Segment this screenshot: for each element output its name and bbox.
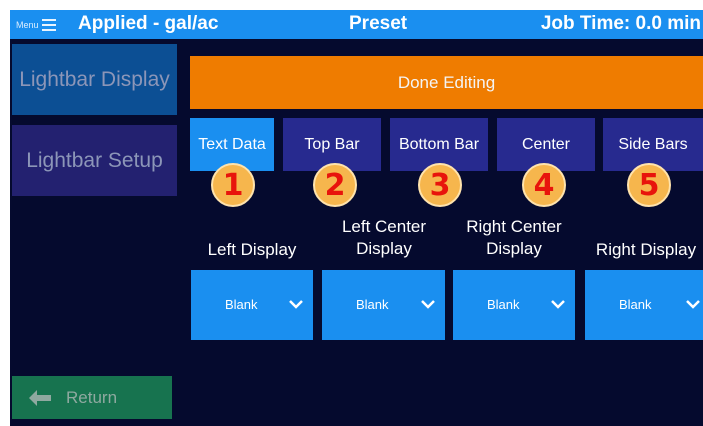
right-display-label: Right Display: [595, 240, 697, 259]
dropdown-value: Blank: [619, 297, 652, 312]
right-center-display-dropdown[interactable]: Blank: [453, 270, 575, 340]
dropdown-value: Blank: [356, 297, 389, 312]
chevron-down-icon: [421, 300, 435, 309]
right-center-display-label: Right Center Display: [466, 217, 562, 258]
chevron-down-icon: [551, 300, 565, 309]
number-badge-4: 4: [522, 163, 566, 207]
job-time-readout: Job Time: 0.0 min: [540, 13, 701, 34]
done-editing-button[interactable]: Done Editing: [190, 56, 703, 109]
header-bar: Menu Applied - gal/ac Preset Job Time: 0…: [10, 10, 703, 39]
chevron-down-icon: [289, 300, 303, 309]
menu-button[interactable]: Menu: [16, 16, 56, 34]
dropdown-value: Blank: [225, 297, 258, 312]
dropdown-value: Blank: [487, 297, 520, 312]
left-center-display-label: Left Center Display: [341, 217, 427, 258]
number-badge-1: 1: [211, 163, 255, 207]
preset-title: Preset: [349, 13, 408, 34]
chevron-down-icon: [686, 300, 700, 309]
menu-label: Menu: [16, 20, 39, 30]
return-label: Return: [66, 387, 118, 407]
number-badge-5: 5: [627, 163, 671, 207]
sidebar-item-lightbar-setup[interactable]: Lightbar Setup: [12, 125, 177, 196]
number-badge-3: 3: [418, 163, 462, 207]
right-display-dropdown[interactable]: Blank: [585, 270, 703, 340]
left-center-display-dropdown[interactable]: Blank: [322, 270, 445, 340]
applied-rate-title: Applied - gal/ac: [78, 13, 219, 34]
number-badge-2: 2: [313, 163, 357, 207]
hamburger-icon: [41, 19, 56, 31]
left-arrow-icon: [29, 389, 51, 406]
left-display-dropdown[interactable]: Blank: [191, 270, 313, 340]
left-display-label: Left Display: [207, 240, 297, 259]
sidebar-item-lightbar-display[interactable]: Lightbar Display: [12, 44, 177, 115]
lightbar-screen: Menu Applied - gal/ac Preset Job Time: 0…: [10, 10, 703, 426]
return-button[interactable]: Return: [12, 376, 172, 419]
